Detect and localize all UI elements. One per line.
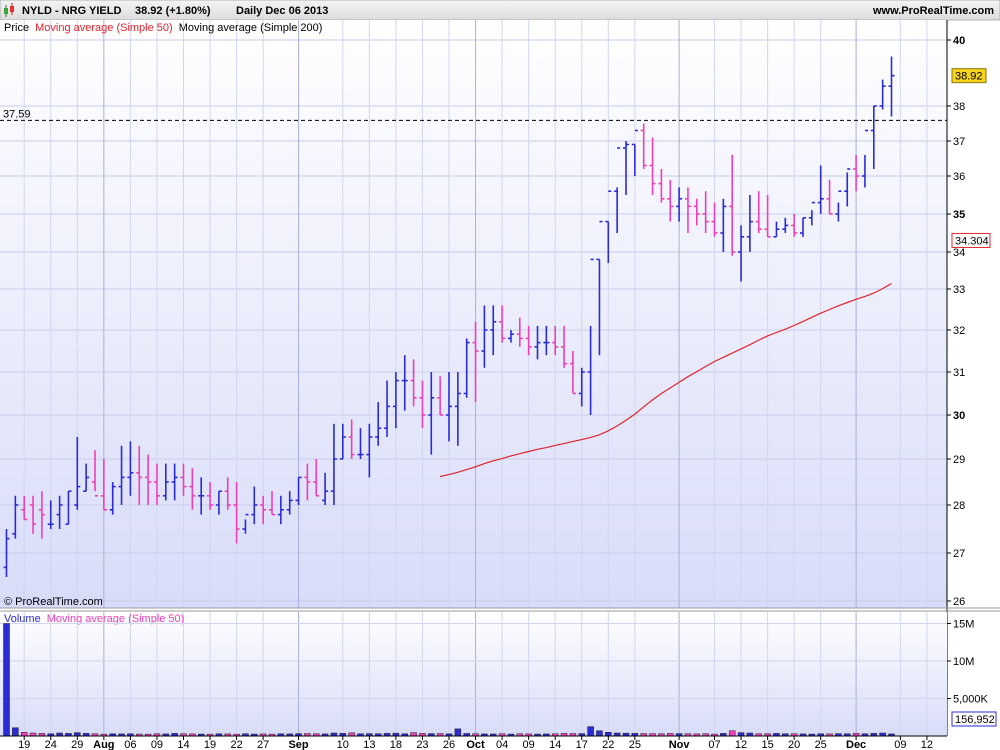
last-price-change: 38.92 (+1.80%) xyxy=(135,5,211,17)
volume-bar xyxy=(605,732,612,737)
volume-tick-label: 5,000K xyxy=(953,694,989,706)
x-tick-label: 04 xyxy=(496,739,508,750)
x-tick-label: 12 xyxy=(921,739,933,750)
price-tick-label: 27 xyxy=(953,548,965,560)
price-tick-label: 35 xyxy=(953,209,965,221)
x-tick-label: 15 xyxy=(761,739,773,750)
x-tick-label: 17 xyxy=(576,739,588,750)
x-tick-label: 13 xyxy=(363,739,375,750)
site-label[interactable]: www.ProRealTime.com xyxy=(872,5,994,17)
price-axis: 26 27 28 29 30 31 32 33 34 35 36 37 38 40 xyxy=(947,35,965,608)
x-tick-label: Dec xyxy=(846,739,866,750)
volume-bar xyxy=(454,728,462,737)
x-tick-label: 07 xyxy=(708,739,720,750)
x-tick-label: 18 xyxy=(390,739,402,750)
price-tick-label: 32 xyxy=(953,325,965,337)
volume-last-badge-text: 156,952 xyxy=(955,714,995,726)
reference-line-label: 37.59 xyxy=(3,108,31,120)
x-tick-label: 14 xyxy=(177,739,189,750)
price-tick-label: 30 xyxy=(953,410,965,422)
x-tick-label: Aug xyxy=(93,739,114,750)
chart-canvas: NYLD - NRG YIELD 38.92 (+1.80%) Daily De… xyxy=(0,0,1000,750)
volume-panel xyxy=(0,612,947,736)
x-tick-label: 25 xyxy=(629,739,641,750)
x-tick-label: Oct xyxy=(466,739,485,750)
volume-bar xyxy=(596,730,603,737)
x-tick-label: 19 xyxy=(18,739,30,750)
period-info: Daily Dec 06 2013 xyxy=(236,5,328,17)
price-tick-label: 38 xyxy=(953,101,965,113)
price-legend: Price Moving average (Simple 50) Moving … xyxy=(4,22,322,34)
last-price-badge-text: 38.92 xyxy=(955,71,983,83)
x-tick-label: 09 xyxy=(894,739,906,750)
price-tick-label: 29 xyxy=(953,454,965,466)
volume-bar xyxy=(20,732,28,737)
x-tick-label: 09 xyxy=(523,739,535,750)
x-tick-label: Nov xyxy=(669,739,691,750)
x-tick-label: 27 xyxy=(257,739,269,750)
x-tick-label: Sep xyxy=(288,739,308,750)
price-panel xyxy=(0,20,947,608)
volume-bar xyxy=(12,727,19,737)
x-tick-label: 12 xyxy=(735,739,747,750)
x-tick-label: 24 xyxy=(45,739,57,750)
volume-tick-label: 10M xyxy=(953,656,974,668)
legend-ma200: Moving average (Simple 200) xyxy=(179,22,323,34)
x-tick-label: 25 xyxy=(815,739,827,750)
watermark: © ProRealTime.com xyxy=(4,596,103,608)
volume-bar xyxy=(737,732,745,737)
x-tick-label: 06 xyxy=(124,739,136,750)
volume-bar xyxy=(587,726,594,737)
x-tick-label: 09 xyxy=(151,739,163,750)
legend-ma50: Moving average (Simple 50) xyxy=(35,22,173,34)
x-tick-label: 22 xyxy=(230,739,242,750)
price-tick-label: 37 xyxy=(953,136,965,148)
price-tick-label: 28 xyxy=(953,500,965,512)
legend-price: Price xyxy=(4,22,29,34)
x-tick-label: 22 xyxy=(602,739,614,750)
x-axis: 19 24 29 Aug 06 09 14 19 22 27 Sep 10 13 18 23 26 Oct 04 0… xyxy=(18,736,933,750)
x-tick-label: 23 xyxy=(416,739,428,750)
price-tick-label: 31 xyxy=(953,367,965,379)
price-tick-label: 40 xyxy=(953,35,965,47)
volume-bar xyxy=(410,732,417,737)
volume-bar xyxy=(3,623,10,737)
volume-bar xyxy=(74,732,81,737)
price-tick-label: 33 xyxy=(953,284,965,296)
x-tick-label: 14 xyxy=(549,739,561,750)
instrument-title: NYLD - NRG YIELD xyxy=(22,5,121,17)
price-tick-label: 36 xyxy=(953,171,965,183)
ma50-badge-text: 34.304 xyxy=(955,235,989,247)
volume-bar xyxy=(728,730,736,737)
price-tick-label: 34 xyxy=(953,247,965,259)
x-tick-label: 20 xyxy=(788,739,800,750)
x-tick-label: 26 xyxy=(443,739,455,750)
volume-tick-label: 15M xyxy=(953,619,974,631)
price-tick-label: 26 xyxy=(953,596,965,608)
x-tick-label: 19 xyxy=(204,739,216,750)
x-tick-label: 10 xyxy=(337,739,349,750)
x-tick-label: 29 xyxy=(71,739,83,750)
